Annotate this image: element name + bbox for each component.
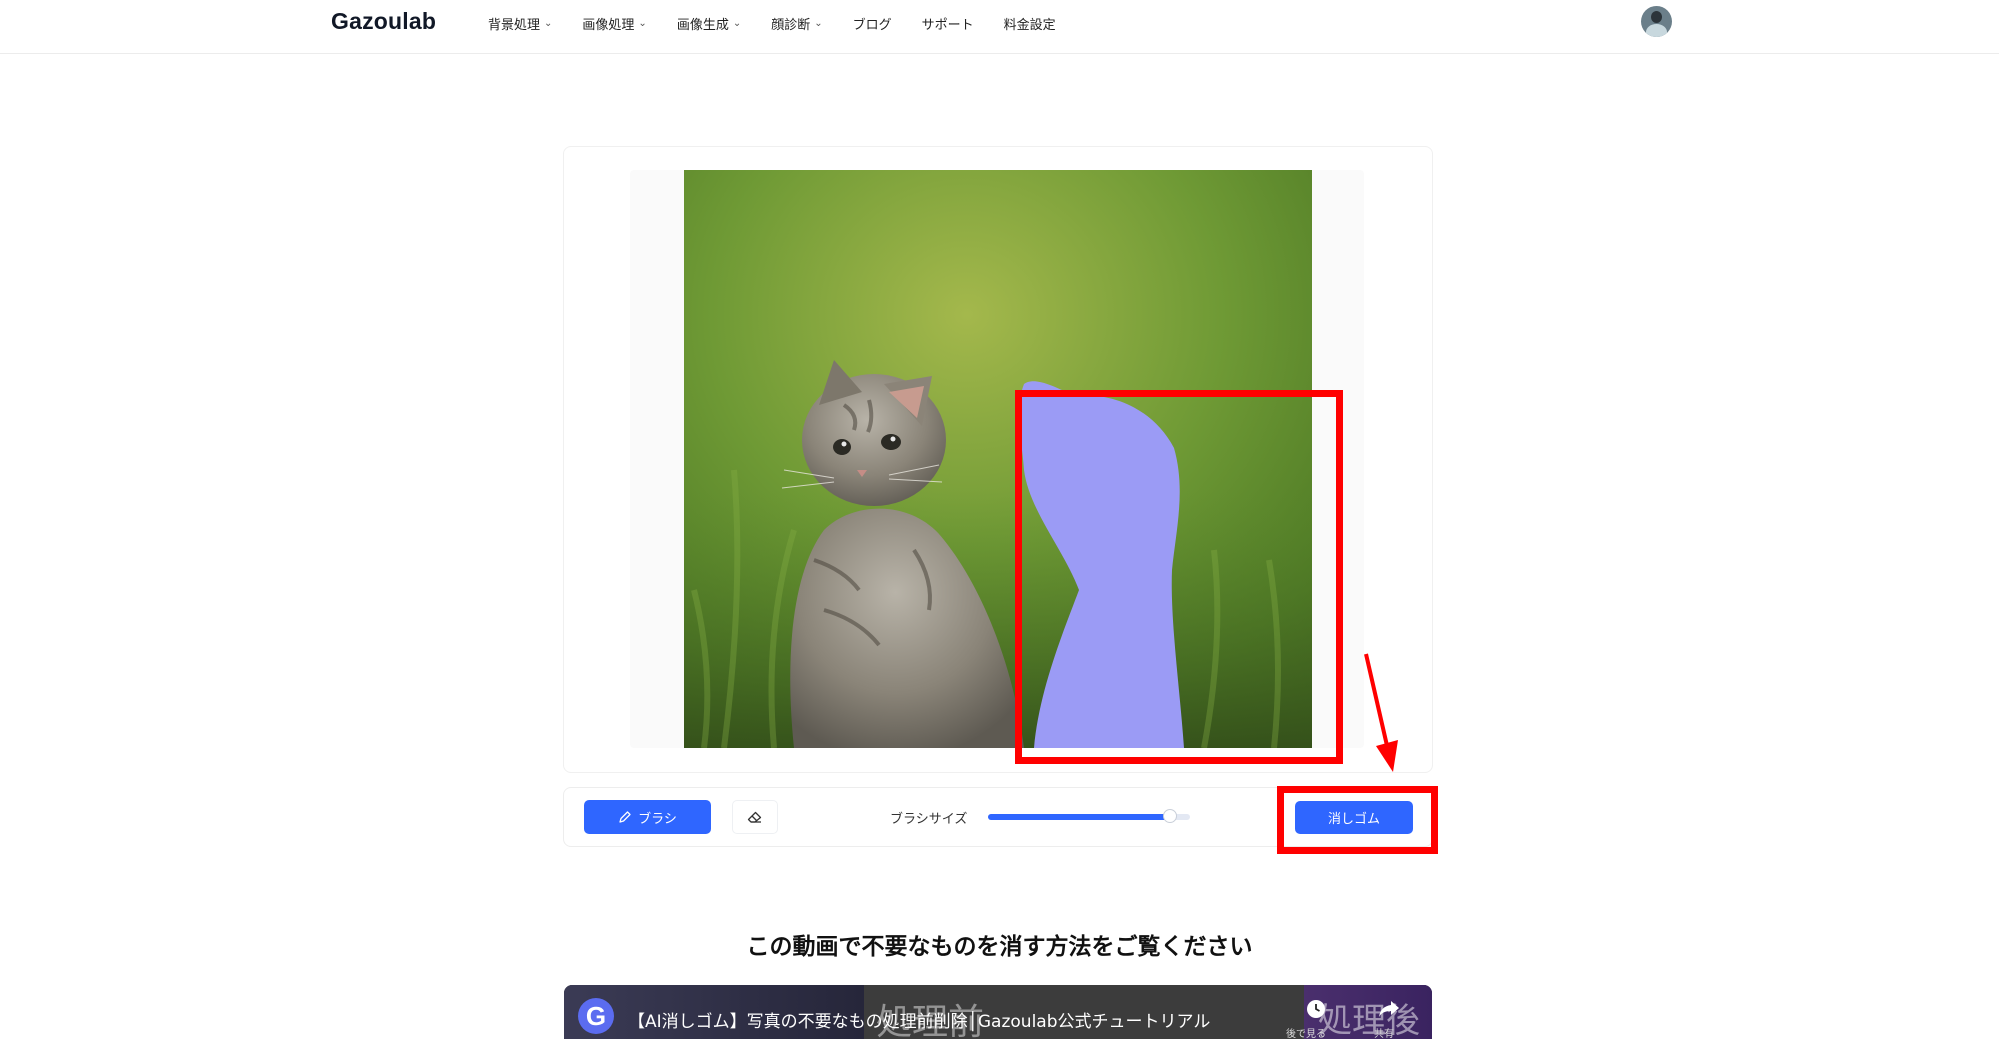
eraser-tool-button[interactable] <box>732 800 778 834</box>
pencil-icon <box>619 811 631 823</box>
watch-later-label: 後で見る <box>1286 1029 1326 1039</box>
nav-item-label: ブログ <box>852 17 892 33</box>
chevron-down-icon: ⌄ <box>638 17 647 29</box>
nav-item-blog[interactable]: ブログ <box>853 13 892 33</box>
video-section-heading: この動画で不要なものを消す方法をご覧ください <box>746 934 1253 960</box>
nav-item-image-processing[interactable]: 画像処理 ⌄ <box>582 13 646 33</box>
brush-button-label: ブラシ <box>638 810 677 826</box>
annotation-highlight-mask <box>1015 390 1343 764</box>
clock-icon[interactable] <box>1306 999 1326 1019</box>
slider-fill <box>988 814 1170 820</box>
nav-item-label: 顔診断 <box>771 17 811 33</box>
nav-item-support[interactable]: サポート <box>922 13 974 33</box>
nav-item-image-generation[interactable]: 画像生成 ⌄ <box>677 13 741 33</box>
tutorial-video-embed[interactable]: 処理前 処理後 G 【AI消しゴム】写真の不要なもの処理前削除│Gazoulab… <box>564 985 1432 1039</box>
user-avatar[interactable] <box>1641 6 1672 37</box>
nav-item-pricing[interactable]: 料金設定 <box>1004 13 1056 33</box>
nav-item-label: 背景処理 <box>488 17 541 33</box>
avatar-head <box>1651 11 1662 23</box>
channel-logo[interactable]: G <box>578 998 614 1034</box>
video-title[interactable]: 【AI消しゴム】写真の不要なもの処理前削除│Gazoulab公式チュートリアル <box>628 1007 1210 1032</box>
share-label: 共有 <box>1374 1029 1394 1039</box>
nav-item-label: 画像処理 <box>582 17 635 33</box>
site-logo[interactable]: Gazoulab <box>331 8 436 35</box>
video-overlay-after: 処理後 <box>1318 1001 1420 1039</box>
chevron-down-icon: ⌄ <box>814 17 823 29</box>
brush-button[interactable]: ブラシ <box>584 800 711 834</box>
brush-size-slider[interactable] <box>988 809 1192 825</box>
slider-thumb[interactable] <box>1163 809 1177 823</box>
nav-item-label: サポート <box>921 17 974 33</box>
eraser-icon <box>747 811 762 823</box>
avatar-body <box>1646 24 1667 37</box>
brush-size-label: ブラシサイズ <box>890 812 968 827</box>
nav-item-face-diagnosis[interactable]: 顔診断 ⌄ <box>771 13 822 33</box>
annotation-arrow-icon <box>1364 653 1398 772</box>
share-icon[interactable] <box>1378 999 1400 1019</box>
annotation-highlight-erase-button <box>1277 786 1438 854</box>
top-navigation-bar: Gazoulab 背景処理 ⌄ 画像処理 ⌄ 画像生成 ⌄ 顔診断 ⌄ ブログ … <box>0 0 1999 54</box>
nav-item-background[interactable]: 背景処理 ⌄ <box>488 13 552 33</box>
chevron-down-icon: ⌄ <box>544 17 553 29</box>
nav-item-label: 料金設定 <box>1003 17 1056 33</box>
main-nav: 背景処理 ⌄ 画像処理 ⌄ 画像生成 ⌄ 顔診断 ⌄ ブログ サポート 料金設定 <box>488 13 1086 33</box>
nav-item-label: 画像生成 <box>676 17 729 33</box>
chevron-down-icon: ⌄ <box>732 17 742 29</box>
